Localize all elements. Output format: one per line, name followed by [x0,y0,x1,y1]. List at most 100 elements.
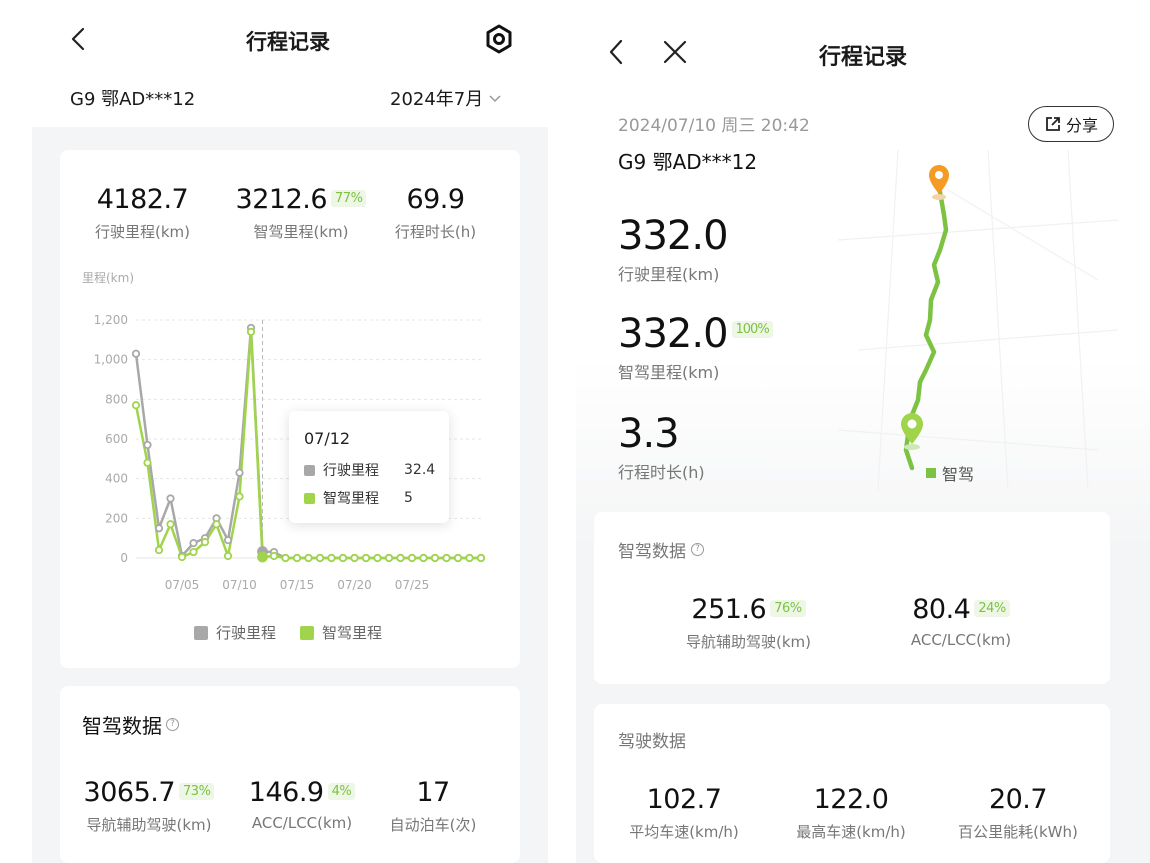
stat-acc-lcc: 146.9 4% ACC/LCC(km) [232,777,372,832]
share-button[interactable]: 分享 [1028,106,1114,142]
map-legend: 智驾 [926,461,974,485]
data-point [419,553,428,563]
percent-badge: 4% [327,783,356,800]
data-point [292,553,302,563]
chart-tooltip: 07/12 行驶里程 32.4 智驾里程 5 [289,411,449,523]
stat-nav-assist: 251.6 76% 导航辅助驾驶(km) [666,594,831,652]
data-point [453,553,463,563]
stat-label: 导航辅助驾驶(km) [86,816,212,834]
tooltip-value: 32.4 [404,462,436,478]
stat-energy: 20.7 百公里能耗(kWh) [942,784,1094,842]
stat-label: 智驾里程(km) [253,223,349,241]
y-tick-label: 200 [105,511,128,525]
y-tick-label: 400 [105,472,128,486]
stat-label: 行程时长(h) [394,223,477,241]
green-swatch [304,492,315,504]
data-point [361,553,371,563]
map-legend-label: 智驾 [942,465,975,484]
data-point [235,468,244,477]
legend-item-distance[interactable]: 行驶里程 [193,622,276,643]
stat-value: 17 [416,777,450,808]
data-point [281,553,290,563]
percent-badge: 100% [731,321,773,338]
y-tick-label: 1,000 [94,353,128,367]
green-swatch [926,468,936,478]
percent-badge: 73% [179,783,215,800]
settings-icon[interactable] [482,22,516,56]
stat-distance: 4182.7 行驶里程(km) [80,184,205,242]
route-map[interactable] [838,150,1118,490]
data-point [442,553,451,563]
stat-label: 行驶里程(km) [94,223,190,241]
data-point [235,492,244,501]
x-tick-label: 07/10 [222,578,257,592]
legend-item-smart[interactable]: 智驾里程 [300,622,382,643]
stat-smart-distance: 3212.6 77% 智驾里程(km) [226,184,376,242]
percent-badge: 76% [770,600,806,617]
stat-value: 3212.6 [235,184,328,215]
stat-value: 3065.7 [83,777,176,808]
data-point [177,552,187,562]
y-tick-label: 1,200 [94,313,128,327]
tooltip-label: 行驶里程 [323,463,379,479]
stat-auto-park: 17 自动泊车(次) [378,777,488,835]
stat-label: 最高车速(km/h) [796,823,906,841]
smart-section-title: 智驾数据 ? [82,710,179,739]
tooltip-row-smart: 智驾里程 5 [304,488,413,508]
data-point [465,553,474,563]
stat-duration: 3.3 行程时长(h) [618,411,705,483]
tooltip-row-distance: 行驶里程 32.4 [304,460,435,480]
month-label: 2024年7月 [390,89,484,110]
stat-value: 102.7 [646,784,722,815]
stat-value: 4182.7 [96,184,189,215]
stat-value: 69.9 [406,184,465,215]
stat-label: 智驾里程(km) [618,363,720,382]
percent-badge: 24% [974,600,1010,617]
data-point [143,458,152,467]
vehicle-label: G9 鄂AD***12 [618,150,758,174]
x-tick-label: 07/25 [395,578,430,592]
data-point [223,551,233,561]
data-point [154,524,164,533]
percent-badge: 77% [331,190,367,207]
data-point [430,553,440,563]
data-point [166,494,175,503]
stat-label: 导航辅助驾驶(km) [685,633,811,651]
data-point [315,553,325,563]
y-tick-label: 0 [120,551,128,565]
month-selector[interactable]: 2024年7月 [390,85,503,111]
stat-label: 自动泊车(次) [389,816,477,834]
data-point [384,553,394,563]
legend-label: 行驶里程 [215,624,276,642]
data-point [154,545,164,555]
help-icon[interactable]: ? [166,718,179,731]
data-point [223,536,233,545]
smart-section-title: 智驾数据 ? [618,537,704,562]
trip-detail-screen: 行程记录 2024/07/10 周三 20:42 G9 鄂AD***12 分享 … [576,0,1150,863]
stat-label: 百公里能耗(kWh) [958,823,1078,841]
stat-duration: 69.9 行程时长(h) [378,184,493,242]
stat-label: 行程时长(h) [618,463,705,482]
stat-max-speed: 122.0 最高车速(km/h) [781,784,921,842]
share-icon [1046,117,1060,131]
green-swatch [300,625,314,640]
data-point [189,547,198,557]
help-icon[interactable]: ? [691,543,704,556]
gray-swatch [304,464,315,476]
y-tick-label: 600 [105,432,128,446]
data-point [212,520,221,529]
stat-label: ACC/LCC(km) [910,631,1012,649]
data-point [166,520,175,529]
data-point [304,553,313,563]
stat-smart-distance: 332.0 100% 智驾里程(km) [618,311,773,383]
stat-value: 332.0 [618,213,729,259]
stat-value: 251.6 [691,594,767,625]
trip-datetime: 2024/07/10 周三 20:42 [618,116,810,136]
x-tick-label: 07/20 [337,578,372,592]
stat-acc-lcc: 80.4 24% ACC/LCC(km) [886,594,1036,649]
chart-legend: 行驶里程 智驾里程 [0,622,576,643]
x-tick-label: 07/15 [280,578,315,592]
vehicle-label: G9 鄂AD***12 [70,89,196,110]
stat-value: 332.0 [618,311,729,357]
data-point [131,349,141,358]
